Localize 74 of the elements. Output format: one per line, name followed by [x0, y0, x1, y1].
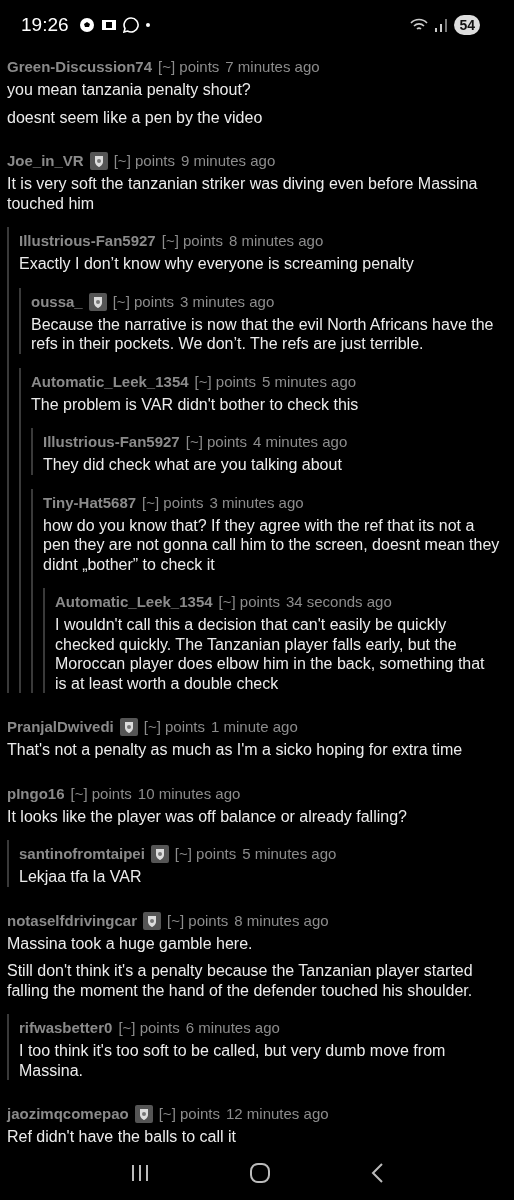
- comment-text: I too think it's too soft to be called, but very dumb move from Massina.: [19, 1041, 447, 1081]
- wifi-icon: [410, 16, 429, 33]
- timestamp: 5 minutes ago: [242, 844, 337, 865]
- points-label: [~] points: [143, 717, 205, 738]
- timestamp: 6 minutes ago: [185, 1018, 280, 1039]
- comment-text: It is very soft the tanzanian striker was diving even before Massina touched him: [7, 174, 479, 214]
- points-label: [~] points: [194, 372, 256, 392]
- back-icon[interactable]: [370, 1162, 385, 1185]
- crest-icon: [143, 912, 162, 930]
- username[interactable]: Automatic_Leek_1354: [55, 592, 213, 613]
- soccer-ball-icon: [78, 16, 95, 33]
- timestamp: 12 minutes ago: [226, 1104, 329, 1125]
- crest-icon: [89, 152, 108, 171]
- username[interactable]: oussa_: [31, 292, 83, 312]
- username[interactable]: jaozimqcomepao: [7, 1104, 129, 1125]
- comment-text: Exactly I don’t know why everyone is screaming penalty: [19, 254, 415, 274]
- timestamp: 3 minutes ago: [180, 292, 275, 312]
- comment-text: Ref didn't have the balls to call it: [7, 1127, 237, 1147]
- username[interactable]: Illustrious-Fan5927: [19, 231, 156, 252]
- points-label: [~] points: [113, 151, 175, 172]
- username[interactable]: Tiny-Hat5687: [43, 493, 137, 513]
- points-label: [~] points: [174, 844, 237, 865]
- crest-icon: [134, 1105, 153, 1124]
- timestamp: 8 minutes ago: [229, 231, 324, 252]
- username[interactable]: notaselfdrivingcar: [7, 911, 138, 931]
- comment-text: Still don't think it's a penalty because the Tanzanian player started falling the moment the hand of the defender touched his shoulder.: [7, 961, 474, 1001]
- crest-icon: [119, 718, 138, 737]
- points-label: [~] points: [118, 1018, 180, 1039]
- points-label: [~] points: [167, 911, 229, 931]
- username[interactable]: Green-Discussion74: [7, 57, 153, 78]
- comment-text: Massina took a huge gamble here.: [7, 934, 254, 954]
- battery-indicator: 54: [454, 14, 480, 35]
- points-label: [~] points: [70, 784, 132, 804]
- recent-apps-icon[interactable]: [129, 1163, 150, 1184]
- signal-icon: [434, 16, 449, 33]
- comment-text: I wouldn't call this a decision that can't easily be quickly checked quickly. The Tanzanian player falls early, but the Moroccan player does elbow him in the back, something that is at least worth a double check: [55, 615, 486, 694]
- clock: 19:26: [21, 13, 69, 36]
- username[interactable]: PranjalDwivedi: [7, 717, 114, 738]
- crest-icon: [150, 845, 169, 864]
- comment-text: Lekjaa tfa la VAR: [19, 867, 143, 887]
- home-icon[interactable]: [249, 1162, 271, 1185]
- username[interactable]: rifwasbetter0: [19, 1018, 113, 1039]
- comment-text: The problem is VAR didn't bother to check this: [31, 395, 360, 415]
- crest-icon: [88, 293, 107, 311]
- dot-icon: [144, 21, 151, 28]
- timestamp: 5 minutes ago: [261, 372, 357, 392]
- timestamp: 10 minutes ago: [137, 784, 241, 804]
- comment-text: It looks like the player was off balance or already falling?: [7, 807, 408, 827]
- timestamp: 8 minutes ago: [234, 911, 329, 931]
- username[interactable]: santinofromtaipei: [19, 844, 145, 865]
- points-label: [~] points: [158, 1104, 220, 1125]
- points-label: [~] points: [185, 432, 247, 453]
- username[interactable]: Automatic_Leek_1354: [31, 372, 189, 392]
- username[interactable]: Illustrious-Fan5927: [43, 432, 180, 453]
- timestamp: 34 seconds ago: [285, 592, 392, 613]
- points-label: [~] points: [158, 57, 220, 78]
- timestamp: 4 minutes ago: [253, 432, 348, 453]
- comment-text: you mean tanzania penalty shout?: [7, 80, 252, 100]
- points-label: [~] points: [218, 592, 280, 613]
- timestamp: 9 minutes ago: [181, 151, 276, 172]
- timestamp: 1 minute ago: [211, 717, 298, 738]
- username[interactable]: pIngo16: [7, 784, 65, 804]
- username[interactable]: Joe_in_VR: [7, 151, 84, 172]
- points-label: [~] points: [161, 231, 223, 252]
- points-label: [~] points: [142, 493, 204, 513]
- comment-text: doesnt seem like a pen by the video: [7, 108, 264, 128]
- comment-text: That's not a penalty as much as I'm a sicko hoping for extra time: [7, 740, 464, 760]
- timestamp: 3 minutes ago: [209, 493, 304, 513]
- timestamp: 7 minutes ago: [225, 57, 320, 78]
- points-label: [~] points: [112, 292, 174, 312]
- comment-text: how do you know that? If they agree with the ref that its not a pen they are not gonna call him to the screen, doesnt mean they didnt „bother” to check it: [43, 516, 501, 575]
- comment-text: Because the narrative is now that the evil North Africans have the refs in their pockets. We don’t. The refs are just terrible.: [31, 315, 495, 354]
- chat-icon: [122, 16, 139, 33]
- comment-text: They did check what are you talking about: [43, 455, 343, 475]
